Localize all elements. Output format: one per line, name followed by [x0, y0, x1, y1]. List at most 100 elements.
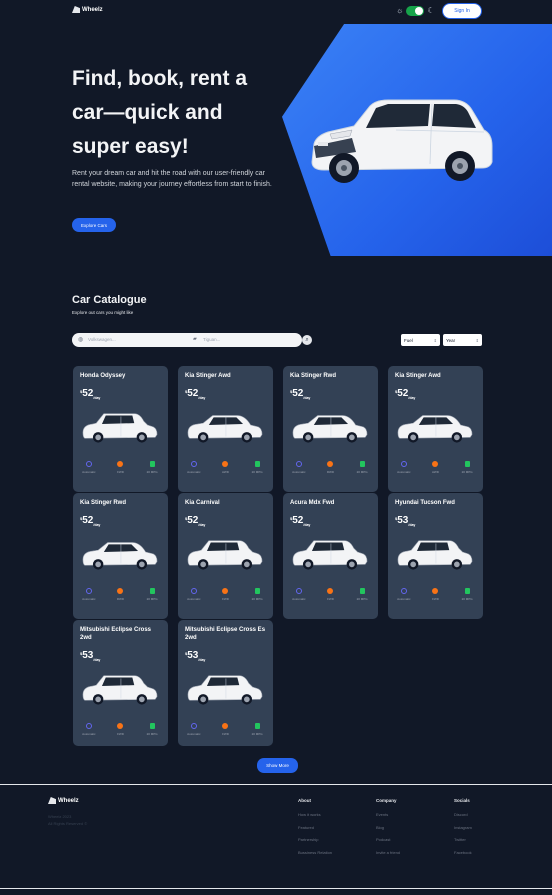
car-name: Kia Stinger Awd [185, 373, 231, 379]
theme-switch[interactable] [406, 6, 425, 16]
spec-drivetrain-label: AWD [432, 470, 439, 474]
spec-drivetrain-label: FWD [327, 597, 334, 601]
spec-transmission: Automatic [182, 588, 206, 601]
tire-icon [432, 588, 439, 594]
car-card[interactable]: Hyundai Tucson Fwd $ 53 /day Automatic F… [388, 493, 483, 619]
footer-link[interactable]: Podcast [376, 837, 400, 842]
search-button[interactable]: ⌕ [302, 335, 312, 345]
price-amount: 52 [187, 515, 199, 526]
steering-wheel-icon [400, 461, 407, 467]
gas-pump-icon [464, 461, 470, 467]
spec-drivetrain-label: RWD [326, 470, 335, 474]
spec-transmission: Automatic [182, 723, 206, 736]
footer-link[interactable]: Instagram [454, 825, 472, 830]
footer-copyright: Wheelz 2023 All Rights Reserved © [48, 813, 87, 827]
footer-link[interactable]: Partnership [298, 837, 332, 842]
car-card[interactable]: Kia Carnival $ 52 /day Automatic FWD 20 … [178, 493, 273, 619]
spec-mpg-label: 20 MPG [251, 732, 263, 736]
spec-drivetrain: AWD [423, 461, 447, 474]
spec-transmission-label: Automatic [82, 597, 96, 601]
spec-drivetrain: RWD [318, 461, 342, 474]
spec-transmission-label: Automatic [187, 470, 201, 474]
spec-mpg: 20 MPG [140, 588, 164, 601]
car-card[interactable]: Mitsubishi Eclipse Cross Es 2wd $ 53 /da… [178, 620, 273, 746]
footer-link[interactable]: Featured [298, 825, 332, 830]
steering-wheel-icon [400, 588, 407, 594]
spec-drivetrain: FWD [108, 461, 132, 474]
car-image [397, 415, 473, 443]
car-specs: Automatic FWD 20 MPG [178, 588, 273, 601]
navbar: Wheelz ☼ ☾ Sign In [0, 0, 552, 24]
spec-mpg: 20 MPG [455, 461, 479, 474]
spec-transmission: Automatic [182, 461, 206, 474]
explore-cars-button[interactable]: Explore Cars [72, 218, 116, 232]
spec-transmission: Automatic [77, 723, 101, 736]
gas-pump-icon [254, 461, 260, 467]
spec-transmission: Automatic [77, 461, 101, 474]
footer-link[interactable]: Twitter [454, 837, 472, 842]
spec-drivetrain: FWD [213, 723, 237, 736]
car-card[interactable]: Kia Stinger Rwd $ 52 /day Automatic RWD [283, 366, 378, 492]
car-specs: Automatic AWD 20 MPG [388, 461, 483, 474]
car-price: $ 52 /day [80, 388, 100, 400]
brand-name: Wheelz [82, 6, 103, 13]
spec-transmission: Automatic [77, 588, 101, 601]
car-image [397, 540, 473, 570]
footer-link[interactable]: Events [376, 812, 400, 817]
search-icon: ⌕ [305, 336, 309, 343]
spec-mpg: 20 MPG [350, 461, 374, 474]
footer-logo[interactable]: Wheelz [48, 797, 79, 804]
sign-in-button[interactable]: Sign In [442, 3, 482, 19]
footer-link[interactable]: Facebook [454, 850, 472, 855]
car-card[interactable]: Acura Mdx Fwd $ 52 /day Automatic FWD 20… [283, 493, 378, 619]
tire-icon [432, 461, 439, 467]
steering-wheel-icon [295, 588, 302, 594]
search-bar: ◍ Volkswagen... ▰ Tiguan... [72, 333, 302, 347]
steering-wheel-icon [190, 461, 197, 467]
car-name: Kia Stinger Rwd [80, 500, 127, 506]
footer-link[interactable]: Invite a friend [376, 850, 400, 855]
spec-mpg-label: 20 MPG [461, 597, 473, 601]
car-name: Kia Carnival [185, 500, 220, 506]
price-period: /day [408, 396, 416, 400]
hero-car-image [311, 99, 493, 183]
car-price: $ 53 /day [80, 650, 100, 662]
theme-toggle[interactable]: ☼ ☾ [396, 6, 435, 16]
car-card[interactable]: Kia Stinger Awd $ 52 /day Automatic AWD [178, 366, 273, 492]
car-name: Honda Odyssey [80, 373, 126, 379]
footer-link[interactable]: Bussiness Relation [298, 850, 332, 855]
car-price: $ 52 /day [80, 515, 100, 527]
steering-wheel-icon [190, 723, 197, 729]
price-period: /day [408, 523, 416, 527]
spec-drivetrain-label: FWD [222, 732, 229, 736]
spec-drivetrain-label: FWD [432, 597, 439, 601]
price-amount: 53 [397, 515, 409, 526]
spec-mpg-label: 20 MPG [146, 732, 158, 736]
catalogue-title: Car Catalogue [72, 294, 147, 306]
brand-logo[interactable]: Wheelz [72, 6, 103, 13]
show-more-button[interactable]: Show More [257, 758, 298, 773]
car-card[interactable]: Kia Stinger Rwd $ 52 /day Automatic RWD [73, 493, 168, 619]
year-filter-select[interactable]: Year ⇕ [443, 334, 482, 346]
fuel-filter-value: Fuel [404, 337, 413, 343]
car-card[interactable]: Mitsubishi Eclipse Cross 2wd $ 53 /day A… [73, 620, 168, 746]
manufacturer-input[interactable]: Volkswagen... [88, 337, 116, 342]
rights-text: All Rights Reserved © [48, 821, 88, 826]
model-input[interactable]: Tiguan... [203, 337, 220, 342]
footer-link[interactable]: Discord [454, 812, 472, 817]
spec-mpg-label: 20 MPG [251, 470, 263, 474]
footer-link[interactable]: How it works [298, 812, 332, 817]
gas-pump-icon [254, 723, 260, 729]
car-price: $ 53 /day [395, 515, 415, 527]
footer-column-title: Company [376, 798, 397, 803]
fuel-filter-select[interactable]: Fuel ⇕ [401, 334, 440, 346]
tire-icon [117, 723, 124, 729]
footer-link[interactable]: Blog [376, 825, 400, 830]
price-amount: 52 [82, 515, 94, 526]
price-amount: 53 [187, 650, 199, 661]
car-card[interactable]: Kia Stinger Awd $ 52 /day Automatic AWD [388, 366, 483, 492]
price-amount: 52 [397, 388, 409, 399]
car-card[interactable]: Honda Odyssey $ 52 /day Automatic FWD 20… [73, 366, 168, 492]
price-period: /day [198, 658, 206, 662]
price-period: /day [198, 396, 206, 400]
